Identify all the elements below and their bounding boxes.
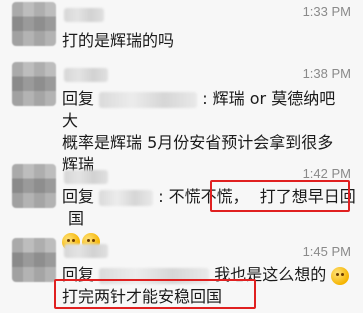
message-text: 回复 : 辉瑞 or 莫德纳吧 大 概率是辉瑞 5月份安省预计会拿到很多 辉瑞	[62, 88, 353, 176]
chat-message-2: 1:38 PM 回复 : 辉瑞 or 莫德纳吧 大 概率是辉瑞 5月份安省预计会…	[0, 62, 363, 174]
sender-name-blurred	[64, 68, 108, 82]
avatar[interactable]	[12, 238, 56, 282]
avatar[interactable]	[12, 62, 56, 106]
highlight-box	[210, 180, 350, 212]
sender-name-blurred	[64, 244, 108, 258]
reply-text-line2: 概率是辉瑞 5月份安省预计会拿到很多	[62, 133, 334, 152]
chat-message-4: 1:45 PM 回复 我也是这么想的 打完两针才能安稳回国	[0, 238, 363, 313]
message-timestamp: 1:42 PM	[302, 166, 351, 181]
message-text: 打的是辉瑞的吗	[62, 31, 175, 50]
sender-name-blurred	[64, 8, 104, 22]
chat-message-3: 1:42 PM 回复 : 不慌不慌， 打了想早日回国	[0, 164, 363, 251]
replied-user-blurred	[99, 91, 198, 108]
sender-name-blurred	[64, 170, 108, 184]
message-timestamp: 1:33 PM	[302, 4, 351, 19]
reply-prefix: 回复	[62, 187, 95, 206]
reply-prefix: 回复	[62, 89, 95, 108]
highlight-box	[54, 279, 256, 309]
chat-message-1: 1:33 PM 打的是辉瑞的吗	[0, 0, 363, 62]
message-timestamp: 1:45 PM	[302, 244, 351, 259]
message-timestamp: 1:38 PM	[302, 66, 351, 81]
replied-user-blurred	[99, 189, 154, 206]
avatar[interactable]	[12, 2, 56, 46]
avatar[interactable]	[12, 164, 56, 208]
laughing-face-icon	[331, 266, 350, 285]
